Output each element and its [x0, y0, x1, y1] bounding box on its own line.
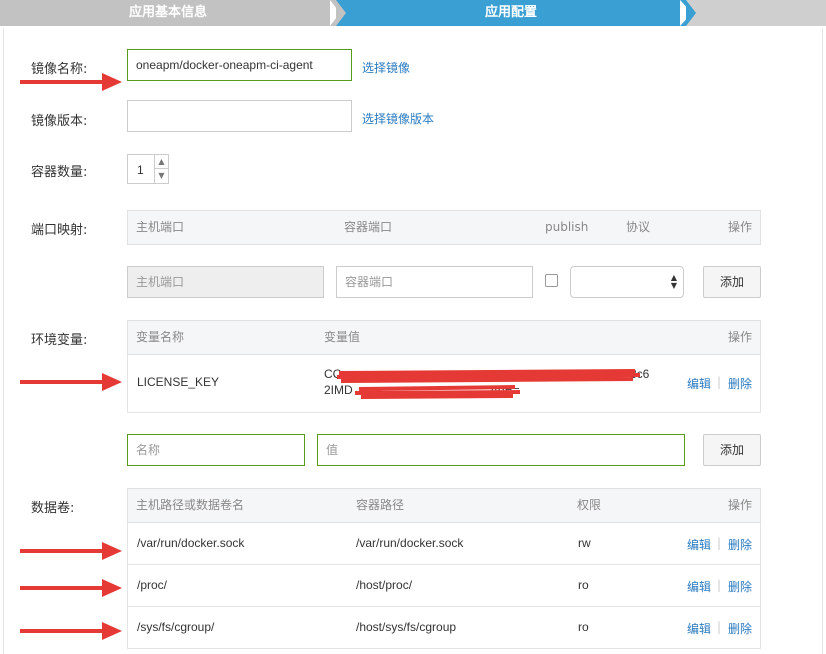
edit-link[interactable]: 编辑: [687, 375, 711, 392]
col-actions: 操作: [728, 330, 753, 344]
env-table-header: 变量名称 变量值 操作: [127, 320, 761, 355]
image-name-input[interactable]: oneapm/docker-oneapm-ci-agent: [127, 49, 352, 81]
select-caret-icon: ▲ ▼: [670, 273, 677, 290]
container-port-input[interactable]: 容器端口: [336, 266, 533, 298]
port-mapping-label: 端口映射:: [31, 223, 88, 238]
red-arrow-icon: [20, 373, 122, 391]
col-container-port: 容器端口: [344, 220, 393, 234]
action-separator: |: [717, 375, 722, 389]
edit-link[interactable]: 编辑: [687, 536, 711, 553]
host-port-input[interactable]: 主机端口: [127, 266, 324, 298]
add-env-button[interactable]: 添加: [703, 434, 761, 466]
container-count-label: 容器数量:: [31, 165, 88, 180]
env-vars-label: 环境变量:: [31, 333, 88, 348]
volume-table-header: 主机路径或数据卷名 容器路径 权限 操作: [127, 488, 761, 523]
edit-link[interactable]: 编辑: [687, 620, 711, 637]
volume-permission: ro: [578, 578, 589, 592]
container-count-stepper[interactable]: 1 ▲ ▼: [127, 154, 169, 184]
add-port-button[interactable]: 添加: [703, 266, 761, 298]
publish-checkbox[interactable]: [545, 274, 558, 287]
col-host-port: 主机端口: [136, 220, 185, 234]
red-arrow-icon: [20, 542, 122, 560]
red-arrow-icon: [20, 579, 122, 597]
col-protocol: 协议: [626, 220, 651, 234]
action-separator: |: [717, 536, 722, 550]
col-actions: 操作: [728, 498, 753, 512]
step-divider: [686, 0, 696, 26]
delete-link[interactable]: 删除: [728, 620, 752, 637]
volume-container-path: /host/proc/: [356, 578, 413, 592]
env-name-input[interactable]: 名称: [127, 434, 305, 466]
action-separator: |: [717, 620, 722, 634]
decrement-icon[interactable]: ▼: [154, 169, 168, 183]
table-row: /sys/fs/cgroup/ /host/sys/fs/cgroup ro 编…: [127, 607, 761, 649]
volume-container-path: /host/sys/fs/cgroup: [356, 620, 457, 634]
delete-link[interactable]: 删除: [728, 536, 752, 553]
redaction-scribble: [336, 369, 641, 399]
volume-host-path: /proc/: [137, 578, 168, 592]
volumes-label: 数据卷:: [31, 501, 75, 516]
col-host-path: 主机路径或数据卷名: [136, 498, 245, 512]
col-var-value: 变量值: [324, 330, 361, 344]
port-table-header: 主机端口 容器端口 publish 协议 操作: [127, 210, 761, 245]
action-separator: |: [717, 578, 722, 592]
table-row: /proc/ /host/proc/ ro 编辑 | 删除: [127, 565, 761, 607]
col-var-name: 变量名称: [136, 330, 185, 344]
col-permission: 权限: [577, 498, 602, 512]
volume-host-path: /var/run/docker.sock: [137, 536, 245, 550]
step-app-config[interactable]: 应用配置: [336, 0, 686, 26]
image-version-input[interactable]: [127, 100, 352, 132]
delete-link[interactable]: 删除: [728, 578, 752, 595]
table-row: /var/run/docker.sock /var/run/docker.soc…: [127, 523, 761, 565]
select-image-link[interactable]: 选择镜像: [362, 59, 410, 76]
env-value-input[interactable]: 值: [317, 434, 685, 466]
col-container-path: 容器路径: [356, 498, 405, 512]
increment-icon[interactable]: ▲: [154, 155, 168, 169]
volume-permission: ro: [578, 620, 589, 634]
protocol-select[interactable]: ▲ ▼: [570, 266, 684, 298]
volume-host-path: /sys/fs/cgroup/: [137, 620, 215, 634]
red-arrow-icon: [20, 73, 122, 91]
step-basic-info[interactable]: 应用基本信息: [0, 0, 336, 26]
delete-link[interactable]: 删除: [728, 375, 752, 392]
red-arrow-icon: [20, 622, 122, 640]
image-version-label: 镜像版本:: [31, 114, 88, 129]
container-count-value: 1: [137, 163, 144, 177]
volume-container-path: /var/run/docker.sock: [356, 536, 464, 550]
col-publish: publish: [545, 220, 589, 234]
col-actions: 操作: [728, 220, 753, 234]
select-image-version-link[interactable]: 选择镜像版本: [362, 110, 434, 127]
edit-link[interactable]: 编辑: [687, 578, 711, 595]
step-next: [686, 0, 826, 26]
volume-permission: rw: [578, 536, 591, 550]
wizard-steps: 应用基本信息 应用配置: [0, 0, 826, 26]
env-name: LICENSE_KEY: [137, 375, 220, 389]
step-divider: [336, 0, 346, 26]
